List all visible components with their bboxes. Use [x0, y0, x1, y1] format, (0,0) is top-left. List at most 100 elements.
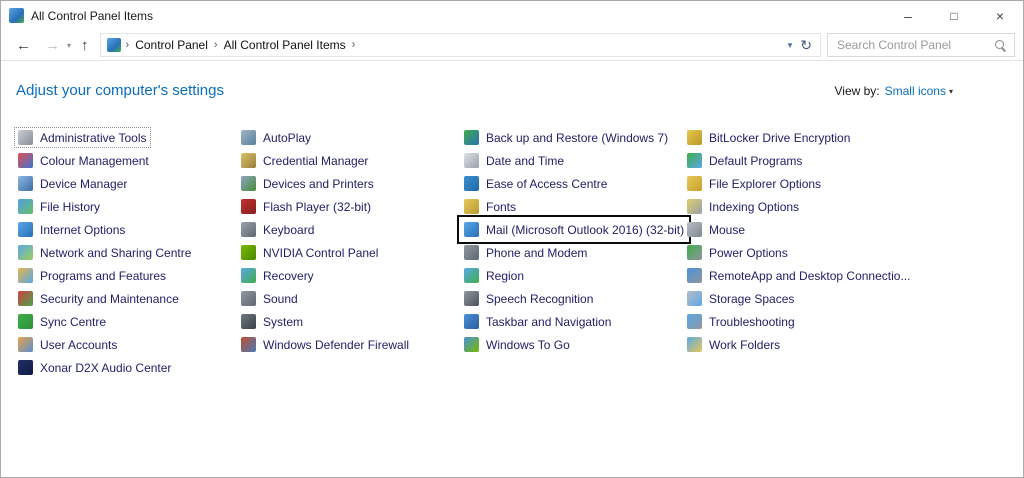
control-panel-item[interactable]: Programs and Features [16, 264, 168, 287]
search-icon[interactable] [994, 39, 1007, 52]
item-label: BitLocker Drive Encryption [709, 131, 850, 145]
item-label: Speech Recognition [486, 292, 593, 306]
control-panel-item[interactable]: Ease of Access Centre [462, 172, 609, 195]
close-button[interactable]: × [977, 1, 1023, 30]
default-programs-icon [687, 153, 702, 168]
control-panel-item[interactable]: Troubleshooting [685, 310, 797, 333]
control-panel-item[interactable]: Devices and Printers [239, 172, 376, 195]
control-panel-item[interactable]: Mail (Microsoft Outlook 2016) (32-bit) [462, 218, 686, 241]
control-panel-item[interactable]: AutoPlay [239, 126, 313, 149]
bitlocker-drive-encryption-icon [687, 130, 702, 145]
control-panel-item[interactable]: Internet Options [16, 218, 127, 241]
item-label: Back up and Restore (Windows 7) [486, 131, 668, 145]
item-label: Indexing Options [709, 200, 799, 214]
control-panel-item[interactable]: Back up and Restore (Windows 7) [462, 126, 670, 149]
control-panel-item[interactable]: Date and Time [462, 149, 566, 172]
breadcrumb-control-panel[interactable]: Control Panel [130, 38, 213, 52]
search-input[interactable] [835, 37, 994, 53]
control-panel-item[interactable]: Keyboard [239, 218, 316, 241]
maximize-button[interactable]: □ [931, 1, 977, 30]
control-panel-item[interactable]: Device Manager [16, 172, 129, 195]
control-panel-item[interactable]: User Accounts [16, 333, 119, 356]
control-panel-item[interactable]: Sync Centre [16, 310, 108, 333]
flash-player-icon [241, 199, 256, 214]
item-label: Internet Options [40, 223, 125, 237]
address-dropdown-icon[interactable]: ▾ [788, 40, 793, 51]
breadcrumb-all-control-panel-items[interactable]: All Control Panel Items [219, 38, 351, 52]
control-panel-item[interactable]: Fonts [462, 195, 518, 218]
item-label: Mail (Microsoft Outlook 2016) (32-bit) [486, 223, 684, 237]
xonar-d2x-audio-center-icon [18, 360, 33, 375]
minimize-button[interactable]: – [885, 1, 931, 30]
control-panel-item[interactable]: Security and Maintenance [16, 287, 181, 310]
control-panel-item[interactable]: Phone and Modem [462, 241, 589, 264]
back-button[interactable]: ← [9, 38, 38, 53]
item-label: User Accounts [40, 338, 117, 352]
control-panel-item[interactable]: NVIDIA Control Panel [239, 241, 380, 264]
item-label: Region [486, 269, 524, 283]
window-controls: – □ × [885, 1, 1023, 30]
page-title: Adjust your computer's settings [16, 82, 224, 99]
sound-icon [241, 291, 256, 306]
control-panel-item[interactable]: Indexing Options [685, 195, 801, 218]
control-panel-item[interactable]: Credential Manager [239, 149, 370, 172]
item-label: Credential Manager [263, 154, 368, 168]
view-by-label: View by: [834, 84, 879, 98]
control-panel-item[interactable]: Flash Player (32-bit) [239, 195, 373, 218]
item-label: Flash Player (32-bit) [263, 200, 371, 214]
item-label: Xonar D2X Audio Center [40, 361, 171, 375]
control-panel-item[interactable]: Windows To Go [462, 333, 572, 356]
item-label: Troubleshooting [709, 315, 795, 329]
control-panel-item[interactable]: BitLocker Drive Encryption [685, 126, 852, 149]
view-by-value: Small icons [885, 84, 946, 98]
control-panel-item[interactable]: Power Options [685, 241, 790, 264]
item-label: System [263, 315, 303, 329]
item-label: Security and Maintenance [40, 292, 179, 306]
item-label: Date and Time [486, 154, 564, 168]
control-panel-item[interactable]: Region [462, 264, 526, 287]
control-panel-item[interactable]: File History [16, 195, 102, 218]
fonts-icon [464, 199, 479, 214]
item-label: Device Manager [40, 177, 127, 191]
device-manager-icon [18, 176, 33, 191]
up-button[interactable]: ↑ [74, 38, 96, 53]
forward-button[interactable]: → [38, 38, 67, 53]
control-panel-item[interactable]: Storage Spaces [685, 287, 796, 310]
chevron-down-icon: ▾ [949, 87, 953, 96]
items-column: AutoPlay Credential Manager Devices and Pr… [239, 126, 462, 379]
control-panel-item[interactable]: RemoteApp and Desktop Connectio... [685, 264, 912, 287]
control-panel-item[interactable]: Windows Defender Firewall [239, 333, 411, 356]
control-panel-item[interactable]: System [239, 310, 305, 333]
recovery-icon [241, 268, 256, 283]
window-title: All Control Panel Items [31, 9, 153, 23]
control-panel-item[interactable]: Work Folders [685, 333, 782, 356]
keyboard-icon [241, 222, 256, 237]
item-label: Sync Centre [40, 315, 106, 329]
history-dropdown-icon[interactable]: ▾ [67, 41, 74, 50]
windows-defender-firewall-icon [241, 337, 256, 352]
control-panel-item[interactable]: Mouse [685, 218, 747, 241]
view-by-dropdown[interactable]: Small icons ▾ [885, 84, 953, 98]
control-panel-item[interactable]: Xonar D2X Audio Center [16, 356, 173, 379]
control-panel-item[interactable]: Speech Recognition [462, 287, 595, 310]
control-panel-item[interactable]: Colour Management [16, 149, 151, 172]
control-panel-item[interactable]: Administrative Tools [16, 126, 149, 149]
control-panel-item[interactable]: File Explorer Options [685, 172, 823, 195]
item-label: NVIDIA Control Panel [263, 246, 378, 260]
item-label: Sound [263, 292, 298, 306]
taskbar-and-navigation-icon [464, 314, 479, 329]
control-panel-item[interactable]: Default Programs [685, 149, 804, 172]
control-panel-item[interactable]: Taskbar and Navigation [462, 310, 613, 333]
item-label: Mouse [709, 223, 745, 237]
refresh-icon[interactable]: ↻ [800, 37, 812, 54]
colour-management-icon [18, 153, 33, 168]
control-panel-item[interactable]: Network and Sharing Centre [16, 241, 193, 264]
control-panel-item[interactable]: Sound [239, 287, 300, 310]
control-panel-item[interactable]: Recovery [239, 264, 316, 287]
view-by-control: View by: Small icons ▾ [834, 84, 953, 98]
control-panel-icon [107, 38, 121, 52]
page-header: Adjust your computer's settings View by:… [1, 61, 1023, 99]
address-bar[interactable]: › Control Panel › All Control Panel Item… [100, 33, 821, 57]
administrative-tools-icon [18, 130, 33, 145]
item-label: Power Options [709, 246, 788, 260]
